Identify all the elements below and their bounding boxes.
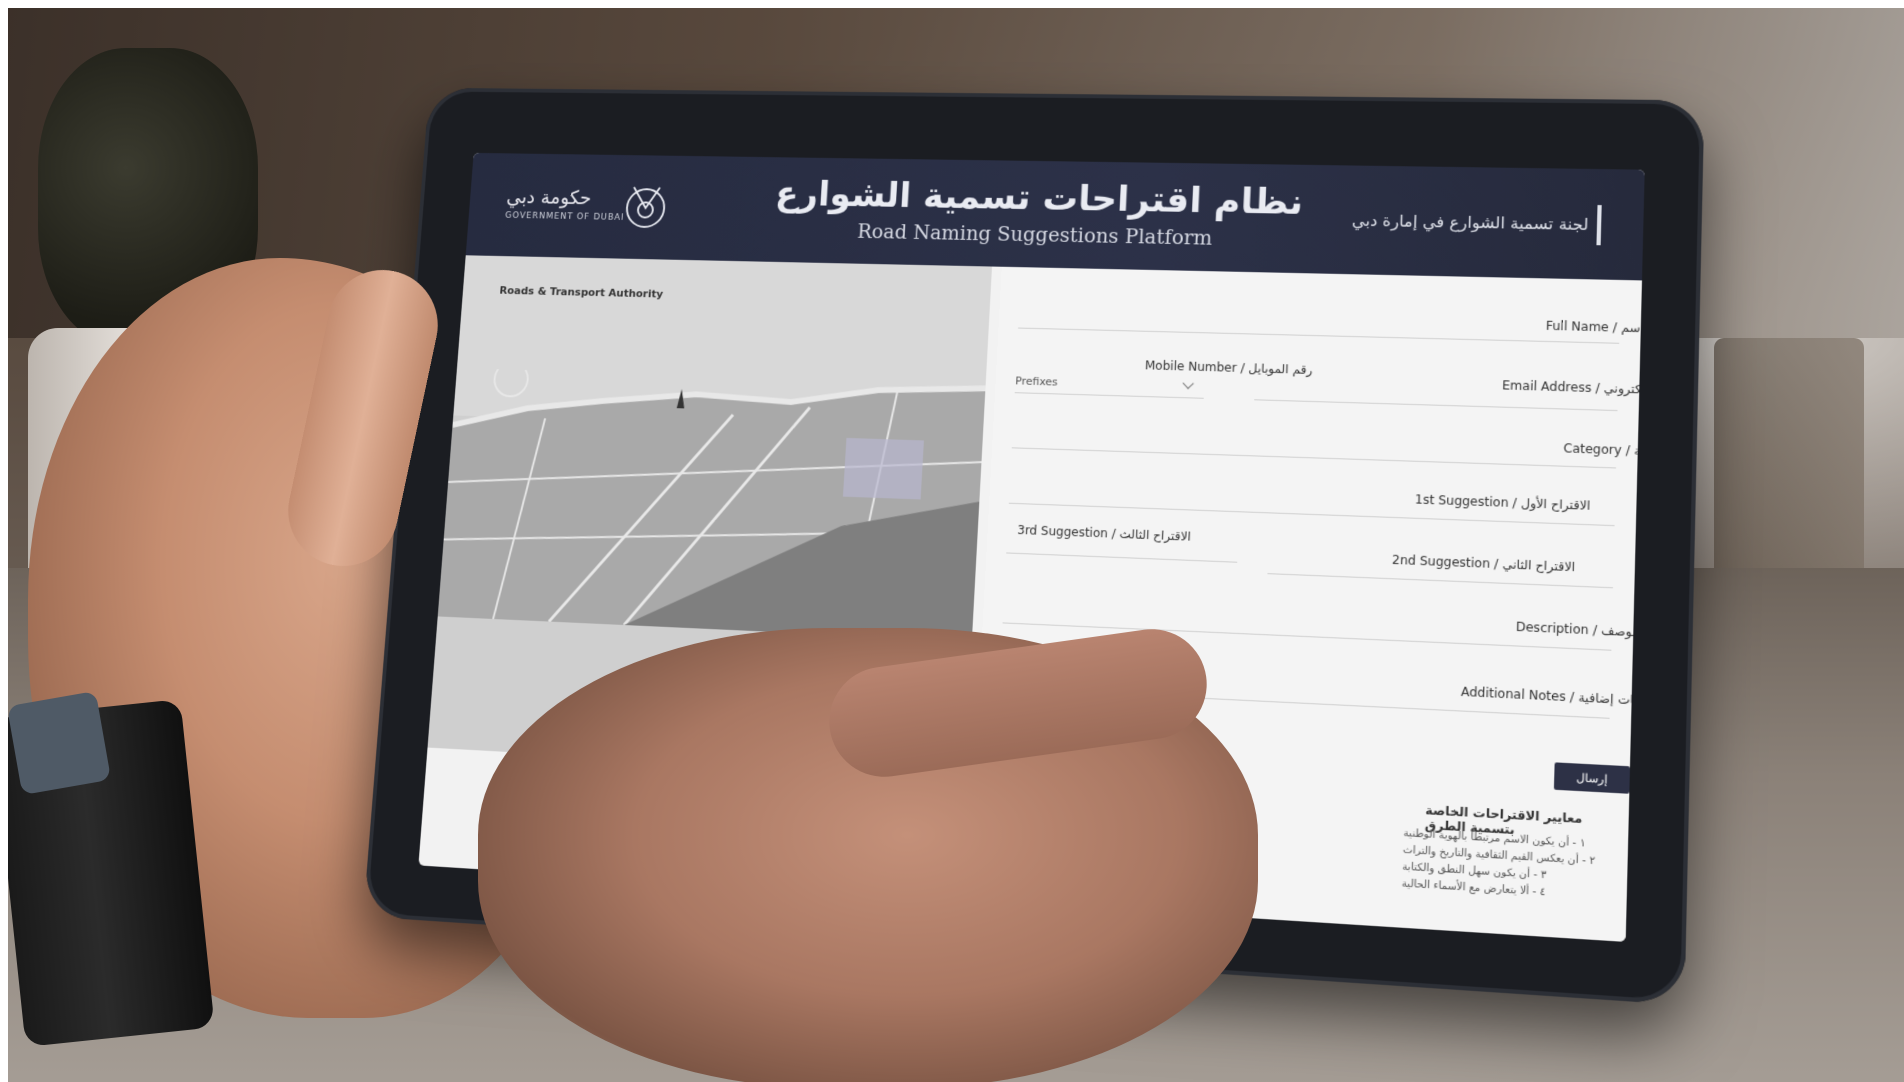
description-label: Description / الوصف — [1515, 619, 1640, 640]
watch — [8, 690, 112, 796]
rule-item: ٤ - ألا يتعارض مع الأسماء الحالية — [1401, 878, 1546, 899]
email-address-field[interactable] — [1254, 399, 1618, 412]
third-suggestion-label: 3rd Suggestion / الاقتراح الثالث — [1017, 522, 1192, 544]
category-select[interactable] — [1011, 447, 1617, 469]
third-suggestion-field[interactable] — [1006, 552, 1238, 563]
additional-notes-label: Additional Notes / ملاحظات إضافية — [1460, 684, 1645, 710]
committee-logo-text: لجنة تسمية الشوارع في إمارة دبي — [1351, 210, 1589, 234]
second-suggestion-label: 2nd Suggestion / الاقتراح الثاني — [1391, 552, 1576, 575]
first-suggestion-label: 1st Suggestion / الاقتراح الأول — [1414, 492, 1591, 513]
email-address-label: Email Address / البريد الإلكتروني — [1501, 378, 1645, 398]
category-label: Category / الفئة — [1563, 441, 1645, 459]
mobile-number-field[interactable] — [1014, 392, 1204, 399]
submit-button[interactable]: إرسال — [1553, 762, 1630, 794]
full-name-label: Full Name / الاسم — [1545, 318, 1645, 336]
mobile-prefix-select[interactable]: Prefixes — [1015, 375, 1058, 389]
chevron-down-icon[interactable] — [1182, 377, 1194, 390]
second-suggestion-field[interactable] — [1267, 573, 1613, 589]
committee-logo: لجنة تسمية الشوارع في إمارة دبي — [1351, 201, 1602, 246]
mobile-number-label: Mobile Number / رقم الموبايل — [1144, 358, 1313, 377]
dubai-map[interactable] — [437, 368, 986, 642]
full-name-field[interactable] — [1018, 327, 1620, 344]
photo-scene: حكومة دبي GOVERNMENT OF DUBAI نظام اقترا… — [8, 8, 1904, 1082]
